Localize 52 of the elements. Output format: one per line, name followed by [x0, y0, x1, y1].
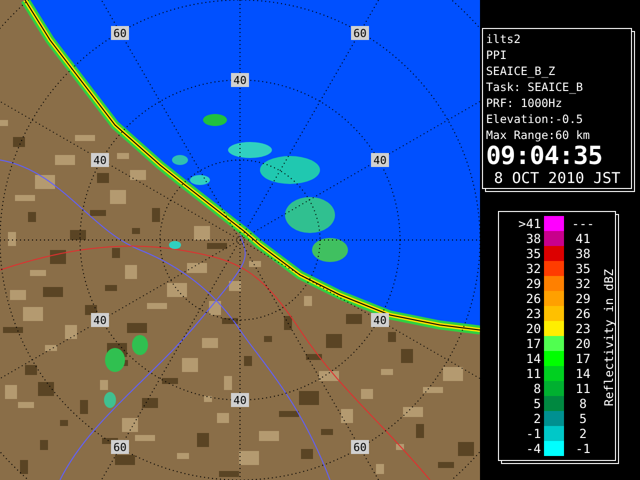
- legend-low-value: 32: [524, 261, 542, 276]
- info-line: ilts2: [486, 31, 522, 47]
- info-line: Task: SEAICE_B: [486, 79, 584, 95]
- info-line: Max Range:60 km: [486, 127, 591, 143]
- legend-low-value: 8: [532, 381, 542, 396]
- legend-low-value: -1: [524, 426, 542, 441]
- legend-high-value: 17: [574, 351, 592, 366]
- legend-high-value: 11: [574, 381, 592, 396]
- range-label: 40: [91, 153, 109, 167]
- legend-high-value: 32: [574, 276, 592, 291]
- legend-high-value: -1: [574, 441, 592, 456]
- range-label: 60: [351, 440, 369, 454]
- legend-low-value: 38: [524, 231, 542, 246]
- legend-low-value: 2: [532, 411, 542, 426]
- legend-high-value: 29: [574, 291, 592, 306]
- legend-high-value: 8: [578, 396, 588, 411]
- legend-title: Reflectivity in dBZ: [602, 269, 616, 407]
- legend-low-value: 11: [524, 366, 542, 381]
- date-text: 8 OCT 2010 JST: [493, 169, 622, 187]
- range-label: 60: [111, 26, 129, 40]
- time-text: 09:04:35: [486, 143, 604, 169]
- legend-low-value: 29: [524, 276, 542, 291]
- legend-high-value: 2: [578, 426, 588, 441]
- range-label: 60: [111, 440, 129, 454]
- legend-high-value: 23: [574, 321, 592, 336]
- range-label: 40: [231, 393, 249, 407]
- range-label: 40: [371, 153, 389, 167]
- legend-high-value: 20: [574, 336, 592, 351]
- legend-high-value: 5: [578, 411, 588, 426]
- legend-high-value: ---: [570, 216, 596, 231]
- legend-low-value: 5: [532, 396, 542, 411]
- legend-low-value: 26: [524, 291, 542, 306]
- legend-high-value: 26: [574, 306, 592, 321]
- range-label: 40: [231, 73, 249, 87]
- range-label: 40: [91, 313, 109, 327]
- legend-low-value: >41: [517, 216, 542, 231]
- legend-high-value: 38: [574, 246, 592, 261]
- legend-low-value: -4: [524, 441, 542, 456]
- legend-low-value: 35: [524, 246, 542, 261]
- info-line: SEAICE_B_Z: [486, 63, 556, 79]
- legend-low-value: 17: [524, 336, 542, 351]
- range-label: 40: [371, 313, 389, 327]
- info-line: Elevation:-0.5: [486, 111, 584, 127]
- legend-high-value: 14: [574, 366, 592, 381]
- range-label: 60: [351, 26, 369, 40]
- legend-high-value: 35: [574, 261, 592, 276]
- info-line: PPI: [486, 47, 508, 63]
- info-line: PRF: 1000Hz: [486, 95, 564, 111]
- legend-low-value: 14: [524, 351, 542, 366]
- legend-low-value: 20: [524, 321, 542, 336]
- legend-low-value: 23: [524, 306, 542, 321]
- legend-high-value: 41: [574, 231, 592, 246]
